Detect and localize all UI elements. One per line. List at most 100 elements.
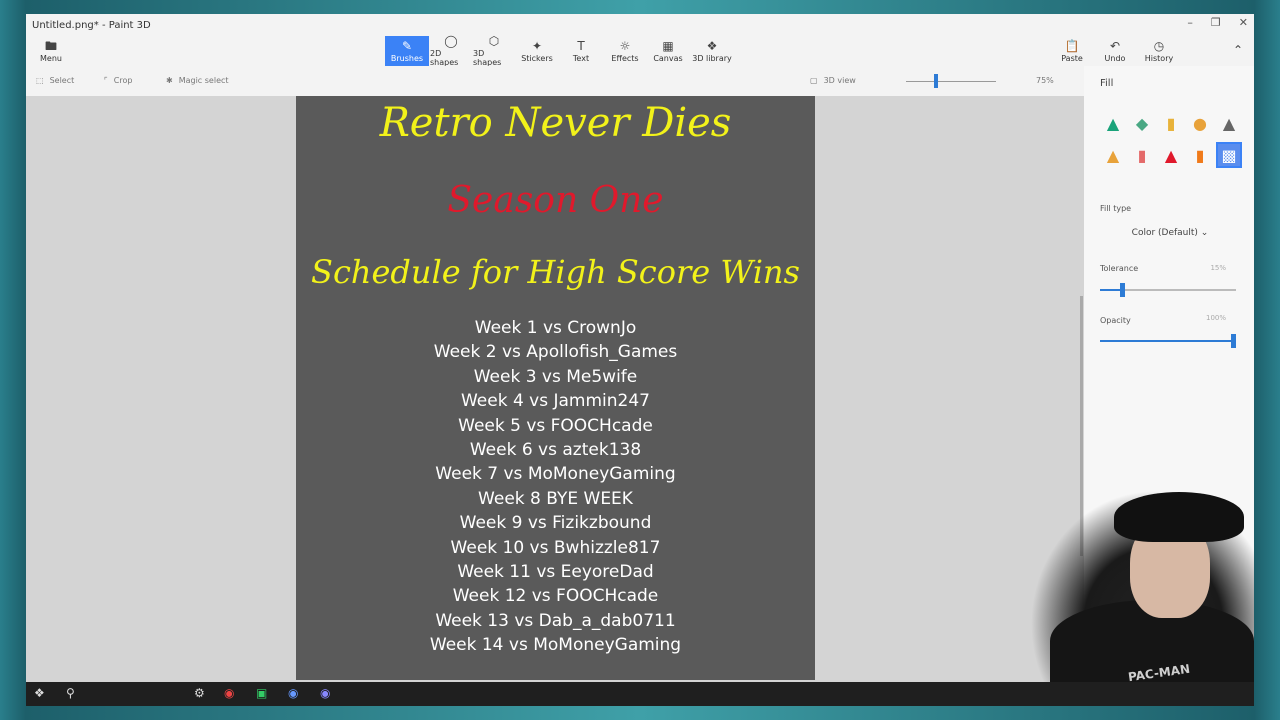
canvas-season: Season One [447, 180, 664, 221]
zoom-level: 75% [1036, 76, 1054, 85]
title-bar: Untitled.png* - Paint 3D – ❐ ✕ [26, 14, 1254, 36]
view-3d-toggle[interactable]: ▢ 3D view [810, 76, 856, 85]
settings-icon[interactable]: ⚙ [194, 686, 205, 700]
marker-icon[interactable]: ▲ [1100, 110, 1126, 136]
panel-header: Fill [1100, 78, 1114, 89]
opacity-label: Opacity [1100, 316, 1131, 325]
windows-start-icon[interactable]: ❖ [34, 686, 45, 700]
select-icon: ⬚ [36, 76, 44, 85]
app-icon[interactable]: ▣ [256, 686, 267, 700]
tool-brushes[interactable]: ✎ Brushes [385, 36, 429, 66]
crop-icon: ⌜ [104, 76, 108, 85]
pixel-pen-icon[interactable]: ▲ [1158, 142, 1184, 168]
search-icon[interactable]: ⚲ [66, 686, 75, 700]
tolerance-label: Tolerance [1100, 264, 1139, 273]
zoom-slider[interactable] [906, 81, 996, 82]
tool-stickers[interactable]: ✦ Stickers [518, 36, 556, 66]
fill-type-select[interactable]: Color (Default) ⌄ [1100, 228, 1240, 244]
list-item: Week 14 vs MoMoneyGaming [429, 635, 682, 656]
list-item: Week 9 vs Fizikzbound [459, 513, 652, 534]
chevron-down-icon: ⌄ [1200, 228, 1209, 238]
list-item: Week 5 vs FOOCHcade [458, 415, 653, 436]
tolerance-slider[interactable] [1100, 283, 1236, 297]
tool-3d-shapes[interactable]: ⬡ 3D shapes [473, 34, 515, 67]
schedule-list: Week 1 vs CrownJo Week 2 vs Apollofish_G… [296, 316, 815, 657]
history-button[interactable]: ◷ History [1143, 36, 1175, 66]
undo-button[interactable]: ↶ Undo [1102, 36, 1128, 66]
calligraphy-pen-icon[interactable]: ◆ [1129, 110, 1155, 136]
window-controls: – ❐ ✕ [1187, 16, 1248, 29]
menu-button[interactable]: 🖿 Menu [34, 36, 68, 66]
shape-3d-icon: ⬡ [488, 34, 500, 48]
history-icon: ◷ [1153, 38, 1165, 53]
taskbar: ❖ ⚲ ⚙ ◉ ▣ ◉ ◉ [26, 682, 1254, 706]
webcam-person-cap [1114, 492, 1244, 542]
tool-effects[interactable]: ☼ Effects [609, 36, 641, 66]
list-item: Week 3 vs Me5wife [473, 366, 638, 387]
watercolor-icon[interactable]: ● [1187, 110, 1213, 136]
paste-icon: 📋 [1064, 38, 1080, 53]
undo-icon: ↶ [1109, 38, 1121, 53]
list-item: Week 1 vs CrownJo [474, 318, 637, 338]
pencil-icon[interactable]: ▲ [1216, 110, 1242, 136]
close-icon[interactable]: ✕ [1239, 16, 1248, 29]
list-item: Week 10 vs Bwhizzle817 [450, 537, 661, 558]
eraser-icon[interactable]: ▲ [1100, 142, 1126, 168]
collapse-ribbon-button[interactable]: ⌃ [1230, 36, 1246, 66]
workspace: Retro Never Dies Season One Schedule for… [26, 96, 1084, 682]
crayon-icon[interactable]: ▮ [1129, 142, 1155, 168]
effects-icon: ☼ [619, 38, 631, 53]
ribbon: 🖿 Menu ✎ Brushes ◯ 2D shapes ⬡ 3D shapes… [26, 34, 1254, 67]
library-icon: ❖ [706, 38, 718, 53]
tolerance-thumb[interactable] [1120, 283, 1126, 297]
list-item: Week 12 vs FOOCHcade [452, 586, 659, 607]
zoom-slider-thumb[interactable] [934, 74, 938, 88]
tool-2d-shapes[interactable]: ◯ 2D shapes [430, 34, 472, 67]
window-title: Untitled.png* - Paint 3D [32, 19, 151, 31]
tool-canvas[interactable]: ▦ Canvas [652, 36, 684, 66]
folder-icon: 🖿 [44, 38, 57, 53]
brush-icon: ✎ [401, 38, 413, 53]
opacity-slider[interactable] [1100, 334, 1236, 348]
spray-can-icon[interactable]: ▮ [1187, 142, 1213, 168]
tolerance-value: 15% [1210, 264, 1226, 272]
magic-select-button[interactable]: ✱ Magic select [166, 76, 229, 85]
shape-2d-icon: ◯ [444, 34, 458, 48]
tool-text[interactable]: T Text [566, 36, 596, 66]
list-item: Week 11 vs EeyoreDad [457, 561, 654, 582]
opacity-value: 100% [1205, 314, 1226, 322]
select-button[interactable]: ⬚ Select [36, 76, 74, 85]
fill-type-label: Fill type [1100, 204, 1132, 213]
chevron-up-icon: ⌃ [1232, 43, 1244, 57]
obs-icon[interactable]: ◉ [320, 686, 330, 700]
opacity-thumb[interactable] [1231, 334, 1236, 348]
tolerance-fill [1100, 289, 1121, 291]
list-item: Week 4 vs Jammin247 [460, 391, 651, 412]
minimize-icon[interactable]: – [1187, 16, 1193, 29]
canvas-icon: ▦ [662, 38, 674, 53]
magic-select-icon: ✱ [166, 76, 173, 85]
brush-grid: ▲ ◆ ▮ ● ▲ ▲ ▮ ▲ ▮ ▩ [1100, 110, 1250, 168]
tool-3d-library[interactable]: ❖ 3D library [692, 36, 732, 66]
list-item: Week 13 vs Dab_a_dab0711 [435, 610, 676, 631]
canvas-title: Retro Never Dies [379, 100, 732, 146]
discord-icon[interactable]: ◉ [288, 686, 298, 700]
list-item: Week 8 BYE WEEK [478, 488, 633, 509]
sub-toolbar: ⬚ Select ⌜ Crop ✱ Magic select ▢ 3D view… [26, 66, 1084, 96]
restore-icon[interactable]: ❐ [1211, 16, 1221, 29]
canvas-subtitle: Schedule for High Score Wins [311, 253, 800, 291]
webcam-overlay: PAC-MAN [1030, 490, 1254, 684]
opacity-fill [1100, 340, 1236, 342]
oil-brush-icon[interactable]: ▮ [1158, 110, 1184, 136]
list-item: Week 7 vs MoMoneyGaming [435, 464, 676, 485]
chrome-icon[interactable]: ◉ [224, 686, 234, 700]
view-3d-icon: ▢ [810, 76, 818, 85]
text-icon: T [577, 38, 585, 53]
list-item: Week 2 vs Apollofish_Games [433, 342, 678, 363]
drawing-canvas[interactable]: Retro Never Dies Season One Schedule for… [296, 96, 815, 680]
crop-button[interactable]: ⌜ Crop [104, 76, 132, 85]
list-item: Week 6 vs aztek138 [469, 439, 642, 460]
paste-button[interactable]: 📋 Paste [1060, 36, 1084, 66]
fill-bucket-icon[interactable]: ▩ [1216, 142, 1242, 168]
sticker-icon: ✦ [531, 38, 543, 53]
